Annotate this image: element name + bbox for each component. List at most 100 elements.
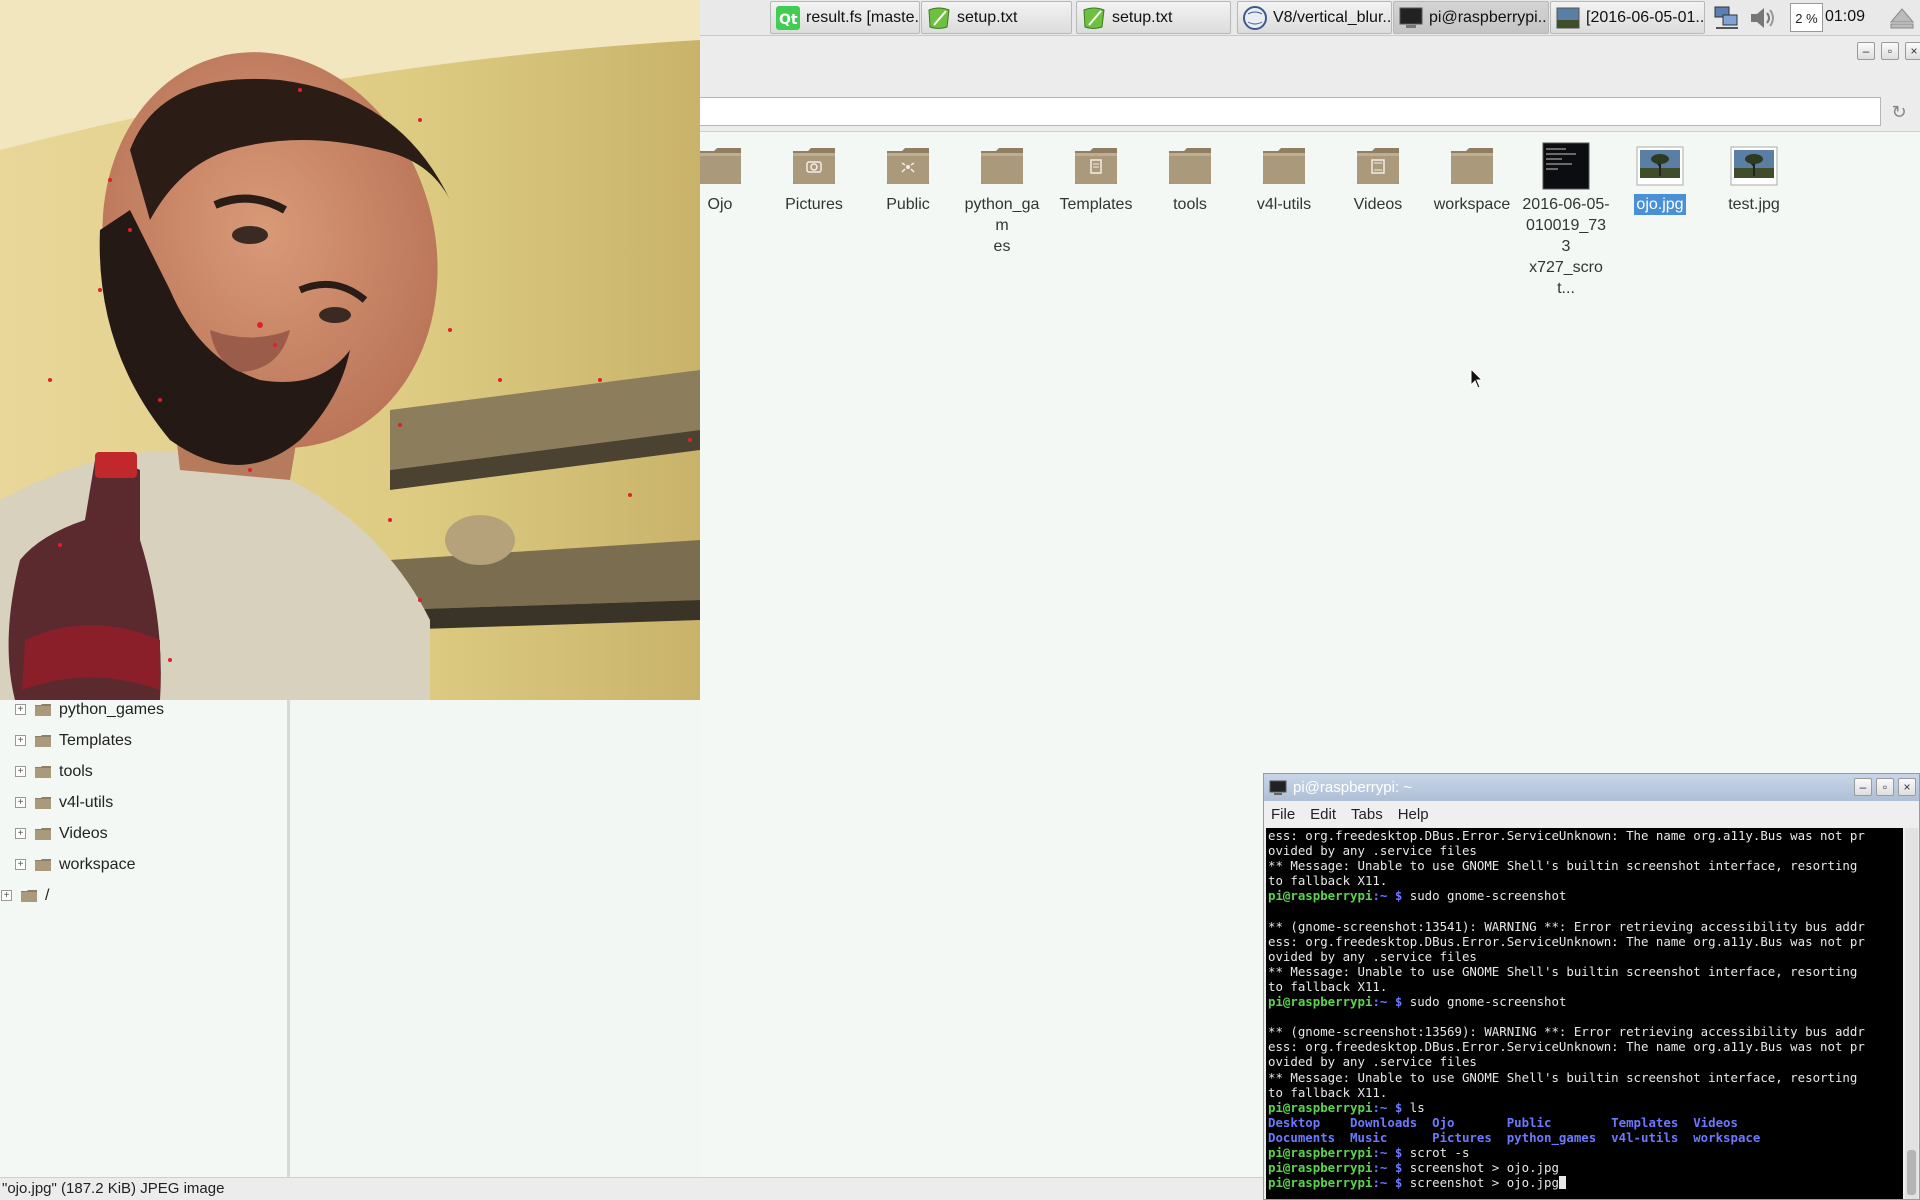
file-item[interactable]: test.jpg — [1710, 142, 1798, 215]
terminal-minimize-button[interactable]: – — [1854, 778, 1872, 796]
file-item-label: 2016-06-05- 010019_733 x727_scrot... — [1522, 196, 1610, 297]
taskbar-button[interactable]: setup.txt — [921, 1, 1072, 34]
terminal-line: to fallback X11. — [1268, 873, 1903, 888]
prompt-path: :~ $ — [1372, 1099, 1410, 1115]
command-text: scrot -s — [1409, 1144, 1470, 1160]
folder-item[interactable]: Pictures — [770, 142, 858, 215]
taskbar-button[interactable]: Qt result.fs [maste... — [770, 1, 920, 34]
folder-icon — [34, 703, 52, 717]
folder-icon — [696, 142, 744, 190]
prompt-path: :~ $ — [1372, 1175, 1410, 1191]
menu-edit[interactable]: Edit — [1310, 806, 1336, 823]
file-item[interactable]: 2016-06-05- 010019_733 x727_scrot... — [1522, 142, 1610, 299]
minimize-button[interactable]: – — [1857, 42, 1875, 60]
folder-icon — [790, 142, 838, 190]
taskbar-button-label: result.fs [maste... — [806, 8, 920, 26]
taskbar-button[interactable]: [2016-06-05-01... — [1550, 1, 1705, 34]
terminal-menubar: File Edit Tabs Help — [1264, 801, 1919, 827]
prompt-user: pi@raspberrypi — [1268, 994, 1373, 1010]
network-icon[interactable] — [1712, 2, 1742, 34]
terminal-line: ** (gnome-screenshot:13569): WARNING **:… — [1268, 1024, 1903, 1039]
taskbar-button[interactable]: V8/vertical_blur... — [1237, 1, 1392, 34]
cpu-monitor[interactable]: 2 % — [1790, 3, 1823, 32]
mouse-cursor — [1470, 367, 1484, 393]
folder-item[interactable]: v4l-utils — [1240, 142, 1328, 215]
text-cursor — [1558, 1176, 1566, 1190]
output-text: ** Message: Unable to use GNOME Shell's … — [1268, 963, 1858, 979]
tree-item[interactable]: + v4l-utils — [15, 787, 113, 818]
tree-item[interactable]: + tools — [15, 756, 93, 787]
prompt-user: pi@raspberrypi — [1268, 888, 1373, 904]
output-text: ess: org.freedesktop.DBus.Error.ServiceU… — [1268, 933, 1865, 949]
taskbar-button[interactable]: pi@raspberrypi... — [1393, 1, 1549, 34]
expand-icon[interactable]: + — [15, 766, 26, 777]
folder-icon — [1166, 142, 1214, 190]
terminal-window[interactable]: pi@raspberrypi: ~ – ▫ × File Edit Tabs H… — [1263, 773, 1920, 1200]
path-go-icon[interactable]: ↻ — [1886, 99, 1912, 125]
prompt-user: pi@raspberrypi — [1268, 1144, 1373, 1160]
eject-icon[interactable] — [1888, 2, 1916, 34]
terminal-line: pi@raspberrypi:~ $ sudo gnome-screenshot — [1268, 994, 1903, 1009]
terminal-titlebar[interactable]: pi@raspberrypi: ~ – ▫ × — [1264, 774, 1919, 801]
prompt-path: :~ $ — [1372, 1160, 1410, 1176]
folder-item[interactable]: Videos — [1334, 142, 1422, 215]
menu-tabs[interactable]: Tabs — [1351, 806, 1383, 823]
tree-item[interactable]: + Templates — [15, 725, 132, 756]
tree-item[interactable]: + / — [1, 880, 49, 911]
svg-text:Qt: Qt — [779, 12, 798, 28]
prompt-user: pi@raspberrypi — [1268, 1175, 1373, 1191]
file-item-label: Pictures — [785, 196, 843, 213]
menu-help[interactable]: Help — [1398, 806, 1429, 823]
folder-item[interactable]: workspace — [1428, 142, 1516, 215]
terminal-icon — [1269, 780, 1287, 796]
terminal-line: pi@raspberrypi:~ $ screenshot > ojo.jpg — [1268, 1175, 1903, 1190]
output-text: ** (gnome-screenshot:13541): WARNING **:… — [1268, 918, 1865, 934]
command-text: ls — [1409, 1099, 1425, 1115]
expand-icon[interactable]: + — [15, 735, 26, 746]
tree-item-label: / — [45, 886, 50, 904]
menu-file[interactable]: File — [1271, 806, 1295, 823]
terminal-maximize-button[interactable]: ▫ — [1876, 778, 1894, 796]
tree-item-label: python_games — [59, 700, 164, 718]
file-item-label: workspace — [1433, 196, 1511, 213]
prompt-path: :~ $ — [1372, 1144, 1410, 1160]
volume-icon[interactable] — [1748, 2, 1780, 34]
expand-icon[interactable]: + — [15, 704, 26, 715]
folder-item[interactable]: Public — [864, 142, 952, 215]
expand-icon[interactable]: + — [15, 797, 26, 808]
file-item[interactable]: ojo.jpg — [1616, 142, 1704, 215]
output-text: to fallback X11. — [1268, 978, 1388, 994]
terminal-scrollbar[interactable] — [1905, 828, 1918, 1199]
output-text: ovided by any .service files — [1268, 948, 1477, 964]
tree-item-label: v4l-utils — [59, 793, 114, 811]
command-text: screenshot > ojo.jpg — [1409, 1160, 1559, 1176]
terminal-line: ess: org.freedesktop.DBus.Error.ServiceU… — [1268, 1039, 1903, 1054]
maximize-button[interactable]: ▫ — [1881, 42, 1899, 60]
folder-icon — [34, 827, 52, 841]
ls-output: Documents Music Pictures python_games v4… — [1268, 1129, 1761, 1145]
terminal-close-button[interactable]: × — [1898, 778, 1916, 796]
expand-icon[interactable]: + — [1, 890, 12, 901]
expand-icon[interactable]: + — [15, 859, 26, 870]
terminal-line: ovided by any .service files — [1268, 843, 1903, 858]
close-button[interactable]: × — [1905, 42, 1920, 60]
output-text: ess: org.freedesktop.DBus.Error.ServiceU… — [1268, 828, 1865, 843]
output-text: to fallback X11. — [1268, 1084, 1388, 1100]
expand-icon[interactable]: + — [15, 828, 26, 839]
taskbar-button[interactable]: setup.txt — [1076, 1, 1231, 34]
tree-item[interactable]: + workspace — [15, 849, 135, 880]
file-item-label: test.jpg — [1728, 196, 1780, 213]
folder-item[interactable]: Templates — [1052, 142, 1140, 215]
path-input[interactable] — [700, 97, 1881, 126]
folder-item[interactable]: python_gam es — [958, 142, 1046, 257]
folder-item[interactable]: tools — [1146, 142, 1234, 215]
scrollbar-thumb[interactable] — [1907, 1150, 1916, 1195]
terminal-output[interactable]: ess: org.freedesktop.DBus.Error.ServiceU… — [1266, 828, 1903, 1199]
folder-icon — [20, 889, 38, 903]
clock[interactable]: 01:09 — [1825, 8, 1865, 26]
terminal-line: ** Message: Unable to use GNOME Shell's … — [1268, 1070, 1903, 1085]
taskbar-button-label: setup.txt — [957, 8, 1018, 26]
tree-item[interactable]: + Videos — [15, 818, 108, 849]
terminal-line: ** (gnome-screenshot:13541): WARNING **:… — [1268, 919, 1903, 934]
